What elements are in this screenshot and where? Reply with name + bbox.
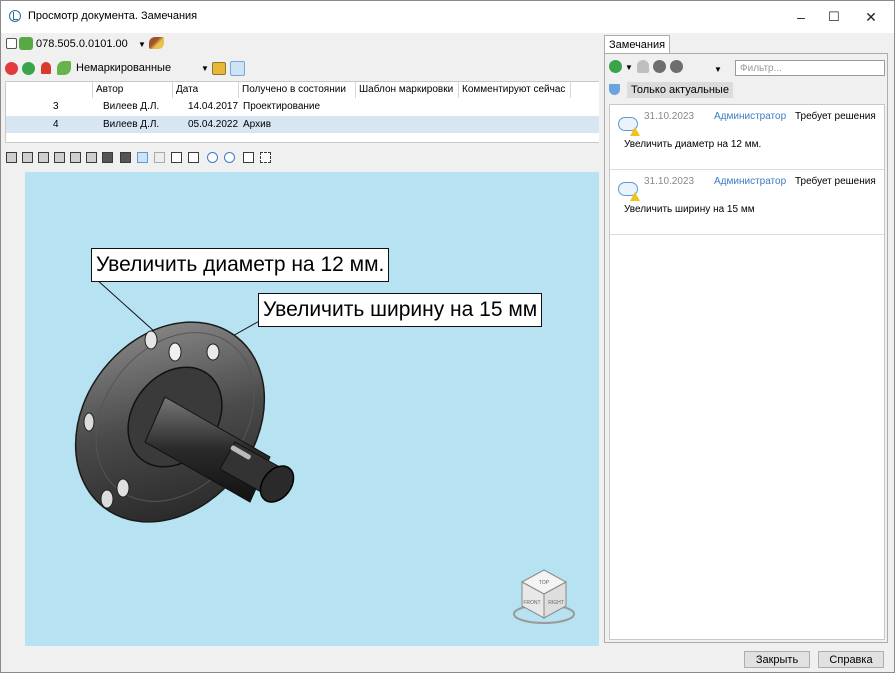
markup-table: Автор Дата Получено в состоянии Шаблон м… (5, 81, 601, 143)
filter-options-icon[interactable]: ▼ (714, 65, 722, 74)
column-header-date[interactable]: Дата (173, 82, 239, 98)
row-number: 3 (53, 101, 59, 112)
palette-icon[interactable] (212, 62, 226, 75)
row-date: 05.04.2022 (188, 119, 239, 130)
view-toolbar (1, 146, 599, 172)
column-header-commenting[interactable]: Комментируют сейчас (459, 82, 571, 98)
view-back-icon[interactable] (22, 152, 33, 163)
view-iso-icon[interactable] (102, 152, 113, 163)
transparent-icon[interactable] (154, 152, 165, 163)
add-remark-icon[interactable] (609, 60, 622, 73)
pin-icon[interactable] (41, 62, 51, 74)
list-item[interactable]: 31.10.2023 Администратор Требует решения… (610, 170, 884, 235)
row-author: Вилеев Д.Л. (103, 119, 160, 130)
row-date: 14.04.2017 (188, 101, 239, 112)
table-row[interactable]: 4 Вилеев Д.Л. 05.04.2022 Архив (6, 116, 600, 133)
callout-width[interactable]: Увеличить ширину на 15 мм (258, 293, 543, 327)
warning-icon (630, 127, 640, 136)
close-window-button[interactable]: ✕ (848, 1, 894, 33)
row-state: Архив (243, 119, 272, 130)
nav-cube-right-label: RIGHT (548, 600, 564, 606)
remarks-panel-body: ▼ ▼ Фильтр... Только актуальные 31.10.20… (604, 53, 888, 643)
document-number[interactable]: 078.505.0.0101.00 (36, 38, 128, 50)
part-model-icon: TOP FRONT RIGHT (74, 278, 575, 624)
markup-toolbar: Немаркированные ▼ (1, 57, 599, 81)
zoom-out-icon[interactable] (224, 152, 235, 163)
document-viewer-window: Просмотр документа. Замечания – ☐ ✕ 078.… (0, 0, 895, 673)
remark-date: 31.10.2023 (644, 176, 695, 187)
filter-funnel-icon (609, 84, 620, 95)
info-icon[interactable] (670, 60, 683, 73)
shaded-icon[interactable] (120, 152, 131, 163)
warning-icon (630, 192, 640, 201)
remark-status: Требует решения (795, 111, 876, 122)
callout-diameter[interactable]: Увеличить диаметр на 12 мм. (91, 248, 390, 282)
zoom-in-icon[interactable] (207, 152, 218, 163)
select-markup-icon[interactable] (230, 61, 245, 76)
add-remark-dropdown-icon[interactable]: ▼ (625, 63, 633, 72)
leaf-icon (57, 61, 71, 75)
delete-icon[interactable] (5, 62, 18, 75)
nav-cube-top-label: TOP (539, 580, 550, 586)
brush-icon[interactable] (149, 37, 164, 49)
remark-text: Увеличить диаметр на 12 мм. (624, 139, 762, 150)
nav-cube-icon: TOP FRONT RIGHT (513, 569, 575, 624)
remarks-list: 31.10.2023 Администратор Требует решения… (609, 104, 885, 640)
window-title: Просмотр документа. Замечания (28, 10, 198, 22)
view-front-icon[interactable] (6, 152, 17, 163)
tab-remarks[interactable]: Замечания (604, 35, 670, 53)
marking-filter[interactable]: Немаркированные (76, 62, 171, 74)
bottom-bar: Закрыть Справка (1, 647, 894, 672)
remark-user-link[interactable]: Администратор (714, 111, 786, 122)
view-right-icon[interactable] (54, 152, 65, 163)
fit-view-icon[interactable] (243, 152, 254, 163)
marking-filter-dropdown-icon[interactable]: ▼ (201, 64, 209, 73)
remark-status: Требует решения (795, 176, 876, 187)
remarks-panel: Замечания ▼ ▼ Фильтр... Только актуальны… (599, 33, 894, 647)
remove-remark-icon[interactable] (653, 60, 666, 73)
remark-user-link[interactable]: Администратор (714, 176, 786, 187)
row-number: 4 (53, 119, 59, 130)
column-header-template[interactable]: Шаблон маркировки (356, 82, 459, 98)
add-icon[interactable] (22, 62, 35, 75)
3d-viewport[interactable]: TOP FRONT RIGHT Увеличить диаметр на 12 … (25, 172, 599, 646)
column-header-author[interactable]: Автор (93, 82, 173, 98)
remark-text: Увеличить ширину на 15 мм (624, 204, 755, 215)
title-bar: Просмотр документа. Замечания – ☐ ✕ (1, 1, 894, 33)
remark-date: 31.10.2023 (644, 111, 695, 122)
section-icon[interactable] (260, 152, 271, 163)
view-left-icon[interactable] (38, 152, 49, 163)
filter-input[interactable]: Фильтр... (735, 60, 885, 76)
only-actual-toggle[interactable]: Только актуальные (627, 82, 733, 98)
row-author: Вилеев Д.Л. (103, 101, 160, 112)
shaded-edges-icon[interactable] (137, 152, 148, 163)
reply-icon[interactable] (637, 60, 649, 73)
view-top-icon[interactable] (70, 152, 81, 163)
wireframe-icon[interactable] (171, 152, 182, 163)
app-logo-icon (9, 10, 21, 22)
cube-icon[interactable] (19, 37, 33, 50)
camera-icon[interactable] (6, 38, 17, 49)
table-row[interactable]: 3 Вилеев Д.Л. 14.04.2017 Проектирование (6, 98, 600, 115)
column-header-state[interactable]: Получено в состоянии (239, 82, 356, 98)
row-state: Проектирование (243, 101, 321, 112)
view-bottom-icon[interactable] (86, 152, 97, 163)
list-item[interactable]: 31.10.2023 Администратор Требует решения… (610, 105, 884, 170)
column-header-num[interactable] (6, 82, 93, 98)
document-toolbar: 078.505.0.0101.00 ▼ (1, 33, 599, 57)
nav-cube-front-label: FRONT (523, 600, 540, 606)
help-button[interactable]: Справка (818, 651, 884, 668)
hidden-lines-icon[interactable] (188, 152, 199, 163)
document-dropdown-icon[interactable]: ▼ (138, 40, 146, 49)
close-button[interactable]: Закрыть (744, 651, 810, 668)
